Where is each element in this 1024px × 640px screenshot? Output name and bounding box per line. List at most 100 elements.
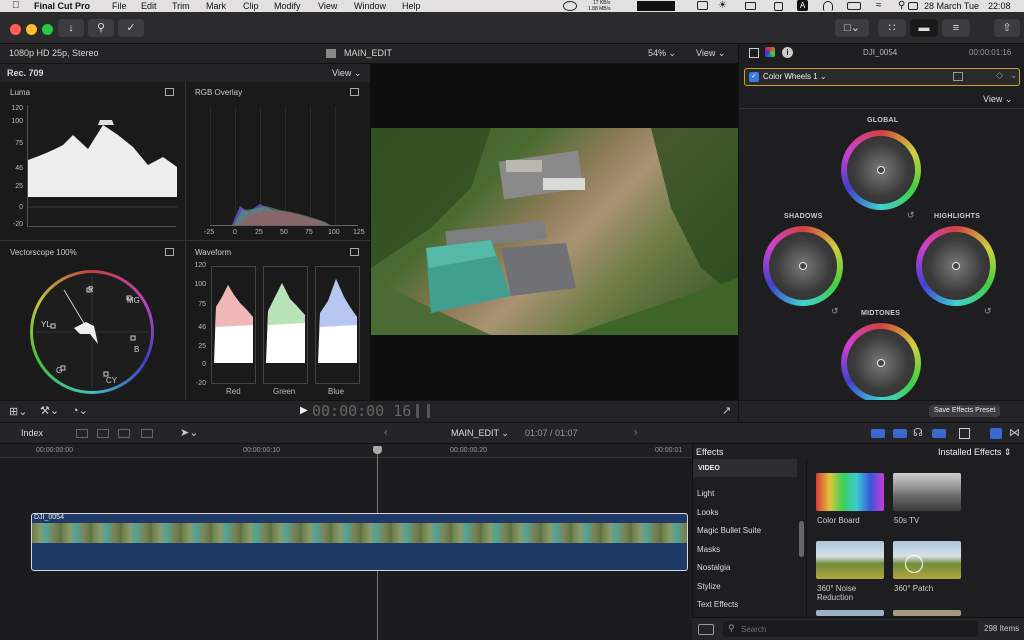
timeline-clip[interactable]: DJI_0054 xyxy=(31,513,688,571)
inspector-toggle-icon[interactable]: ≡ xyxy=(942,19,970,37)
wifi-icon[interactable]: ≈ xyxy=(876,0,882,12)
effect-thumbnail-50s-tv[interactable] xyxy=(893,473,961,511)
color-inspector-icon[interactable] xyxy=(765,47,775,57)
screen-icon[interactable] xyxy=(745,2,756,10)
back-arrow-icon[interactable]: ‹ xyxy=(384,427,387,438)
cloud-icon[interactable] xyxy=(563,1,577,11)
zoom-menu[interactable]: 54% ⌄ xyxy=(648,44,676,62)
effect-name[interactable]: Color Wheels 1 ⌄ xyxy=(763,72,827,81)
info-inspector-icon[interactable]: i xyxy=(782,47,793,58)
trim-tool-icon[interactable]: ⊞⌄ xyxy=(9,405,27,418)
save-effects-preset-button[interactable]: Save Effects Preset xyxy=(929,405,1001,417)
close-window-button[interactable] xyxy=(10,24,21,35)
clip-appearance-icon[interactable] xyxy=(959,428,970,439)
rgb-settings-icon[interactable] xyxy=(350,88,359,96)
effect-thumbnail-360-patch[interactable] xyxy=(893,541,961,579)
effects-category-item[interactable]: Light xyxy=(697,489,714,498)
effect-thumbnail-partial[interactable] xyxy=(816,610,884,616)
effect-thumbnail-360-noise-reduction[interactable] xyxy=(816,541,884,579)
reset-icon[interactable]: ↺ xyxy=(907,210,915,221)
speed-icon[interactable]: ◔⌄ xyxy=(72,404,88,417)
zoom-window-button[interactable] xyxy=(42,24,53,35)
play-button[interactable]: ▶ xyxy=(300,405,308,416)
reset-icon[interactable]: ↺ xyxy=(831,306,839,317)
display-icon[interactable] xyxy=(697,1,708,10)
headphones-icon[interactable]: ☊ xyxy=(913,426,923,439)
transitions-browser-icon[interactable]: ⋈ xyxy=(1009,426,1020,439)
menu-time[interactable]: 22:08 xyxy=(988,0,1011,12)
app-menu[interactable]: Final Cut Pro xyxy=(34,0,90,12)
connect-clip-icon[interactable] xyxy=(76,429,88,438)
category-scrollbar[interactable] xyxy=(799,521,804,557)
enhance-icon[interactable]: ⚒⌄ xyxy=(40,404,59,417)
overwrite-clip-icon[interactable] xyxy=(141,429,153,438)
scopes-view-menu[interactable]: View ⌄ xyxy=(332,64,361,82)
highlights-color-wheel[interactable] xyxy=(916,226,996,306)
background-tasks-button[interactable]: ✓ xyxy=(118,19,144,37)
effects-category-item[interactable]: Stylize xyxy=(697,582,721,591)
apple-icon[interactable]:  xyxy=(12,0,20,12)
brightness-icon[interactable]: ☀ xyxy=(718,0,727,12)
keywords-button[interactable]: ⚲ xyxy=(88,19,114,37)
fullscreen-icon[interactable]: ↗ xyxy=(722,404,731,417)
menu-window[interactable]: Window xyxy=(354,0,386,12)
mask-icon[interactable] xyxy=(953,72,963,81)
effects-category-item[interactable]: Masks xyxy=(697,545,720,554)
minimize-window-button[interactable] xyxy=(26,24,37,35)
browser-toggle-icon[interactable]: ∷ xyxy=(878,19,906,37)
snapping-icon[interactable] xyxy=(893,429,907,438)
viewer-view-menu[interactable]: View ⌄ xyxy=(696,44,725,62)
global-color-wheel[interactable] xyxy=(841,130,921,210)
effects-category-item[interactable]: Nostalgia xyxy=(697,563,730,572)
keyboard-input-icon[interactable]: A xyxy=(797,0,808,11)
luma-settings-icon[interactable] xyxy=(165,88,174,96)
playhead-handle[interactable] xyxy=(373,446,382,454)
effect-thumbnail-partial[interactable] xyxy=(893,610,961,616)
video-inspector-icon[interactable] xyxy=(749,48,759,58)
effect-thumbnail-color-board[interactable] xyxy=(816,473,884,511)
share-button[interactable]: ⇧ xyxy=(994,19,1020,37)
effects-category-item[interactable]: Magic Bullet Suite xyxy=(697,526,761,535)
search-field[interactable]: ⚲ xyxy=(723,621,978,637)
timeline-toggle-icon[interactable]: ▬ xyxy=(910,19,938,37)
effects-category-item[interactable]: Looks xyxy=(697,508,718,517)
menu-file[interactable]: File xyxy=(112,0,127,12)
waveform-settings-icon[interactable] xyxy=(350,248,359,256)
menu-clip[interactable]: Clip xyxy=(243,0,259,12)
menu-modify[interactable]: Modify xyxy=(274,0,301,12)
menu-mark[interactable]: Mark xyxy=(206,0,226,12)
timeline-project-menu[interactable]: MAIN_EDIT ⌄ xyxy=(451,428,509,439)
effect-menu-icon[interactable]: ⌄ xyxy=(1010,70,1018,81)
menu-edit[interactable]: Edit xyxy=(141,0,157,12)
menu-view[interactable]: View xyxy=(318,0,337,12)
sidebar-toggle-icon[interactable] xyxy=(698,624,714,635)
reset-icon[interactable]: ↺ xyxy=(984,306,992,317)
installed-effects-menu[interactable]: Installed Effects ⇕ xyxy=(938,447,1011,458)
control-center-icon[interactable] xyxy=(908,2,918,10)
menu-trim[interactable]: Trim xyxy=(172,0,190,12)
effect-checkbox[interactable]: ✓ xyxy=(749,72,759,82)
inspector-view-menu[interactable]: View ⌄ xyxy=(983,94,1012,105)
insert-clip-icon[interactable] xyxy=(97,429,109,438)
midtones-color-wheel[interactable] xyxy=(841,323,921,403)
index-button[interactable]: Index xyxy=(21,428,43,438)
search-icon[interactable]: ⚲ xyxy=(898,0,905,12)
keyframe-icon[interactable]: ◇ xyxy=(996,70,1003,81)
effects-category-item[interactable]: Text Effects xyxy=(697,600,738,609)
import-button[interactable]: ↓ xyxy=(58,19,84,37)
clock-icon[interactable] xyxy=(774,2,783,11)
search-input[interactable] xyxy=(741,623,961,635)
headphones-icon[interactable] xyxy=(823,1,833,11)
effect-selector[interactable]: ✓ Color Wheels 1 ⌄ ◇ ⌄ xyxy=(744,68,1020,86)
audio-skimming-icon[interactable] xyxy=(871,429,885,438)
workspace-button[interactable]: □⌄ xyxy=(835,19,869,37)
menu-date[interactable]: 28 March Tue xyxy=(924,0,979,12)
solo-icon[interactable] xyxy=(932,429,946,438)
menu-help[interactable]: Help xyxy=(402,0,421,12)
shadows-color-wheel[interactable] xyxy=(763,226,843,306)
effects-browser-icon[interactable] xyxy=(990,428,1002,439)
timecode-display[interactable]: 00:00:00 16 xyxy=(312,402,411,420)
select-tool-icon[interactable]: ➤⌄ xyxy=(180,426,198,439)
vectorscope-settings-icon[interactable] xyxy=(165,248,174,256)
append-clip-icon[interactable] xyxy=(118,429,130,438)
